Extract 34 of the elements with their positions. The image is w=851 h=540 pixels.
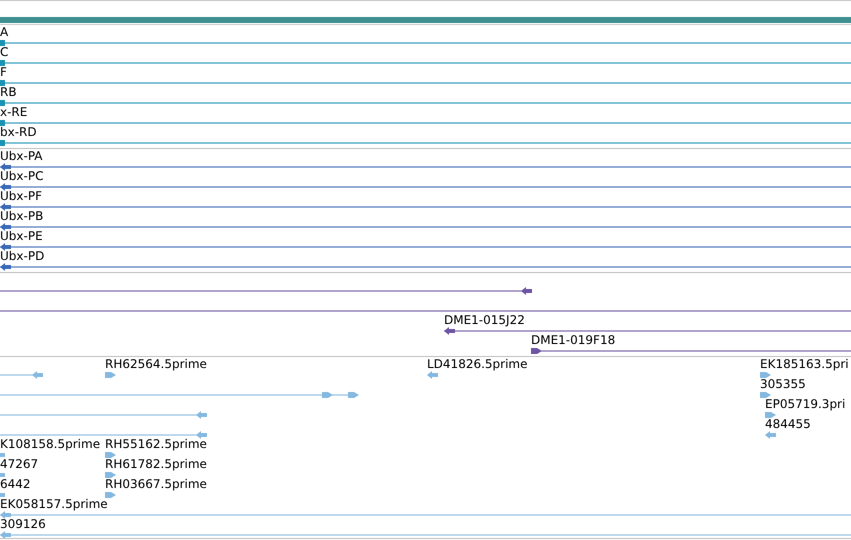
feature-label: bx-RD (0, 125, 37, 139)
feature-glyph[interactable] (760, 390, 771, 400)
feature-glyph[interactable] (105, 450, 117, 460)
feature-label: RB (0, 85, 17, 99)
feature-label: 484455 (765, 417, 811, 431)
feature-label: DME1-019F18 (531, 333, 616, 347)
feature-label: 305355 (760, 377, 806, 391)
feature-label: EK185163.5pri (760, 357, 849, 371)
feature-label: x-RE (0, 105, 28, 119)
feature-label: RH55162.5prime (105, 437, 207, 451)
feature-label: EK058157.5prime (0, 497, 108, 511)
feature-label: Ubx-PA (0, 149, 43, 163)
feature-label: Ubx-PB (0, 209, 44, 223)
feature-label: DME1-015J22 (444, 313, 525, 327)
feature-label: EP05719.3pri (765, 397, 846, 411)
feature-label: Ubx-PF (0, 189, 42, 203)
feature-label: A (0, 25, 8, 39)
feature-label: RH62564.5prime (105, 357, 207, 371)
feature-glyph[interactable] (105, 470, 117, 480)
feature-label: 6442 (0, 477, 31, 491)
feature-label: K108158.5prime (0, 437, 100, 451)
feature-label: RH61782.5prime (105, 457, 207, 471)
feature-label: 309126 (0, 517, 46, 531)
feature-glyph[interactable] (0, 490, 5, 500)
feature-glyph[interactable] (0, 470, 5, 480)
feature-label: C (0, 45, 8, 59)
feature-glyph[interactable] (760, 370, 771, 380)
feature-label: Ubx-PD (0, 249, 44, 263)
feature-label: 47267 (0, 457, 38, 471)
feature-label: Ubx-PE (0, 229, 43, 243)
feature-label: Ubx-PC (0, 169, 44, 183)
feature-label: LD41826.5prime (427, 357, 528, 371)
feature-label: RH03667.5prime (105, 477, 207, 491)
feature-label: F (0, 65, 7, 79)
